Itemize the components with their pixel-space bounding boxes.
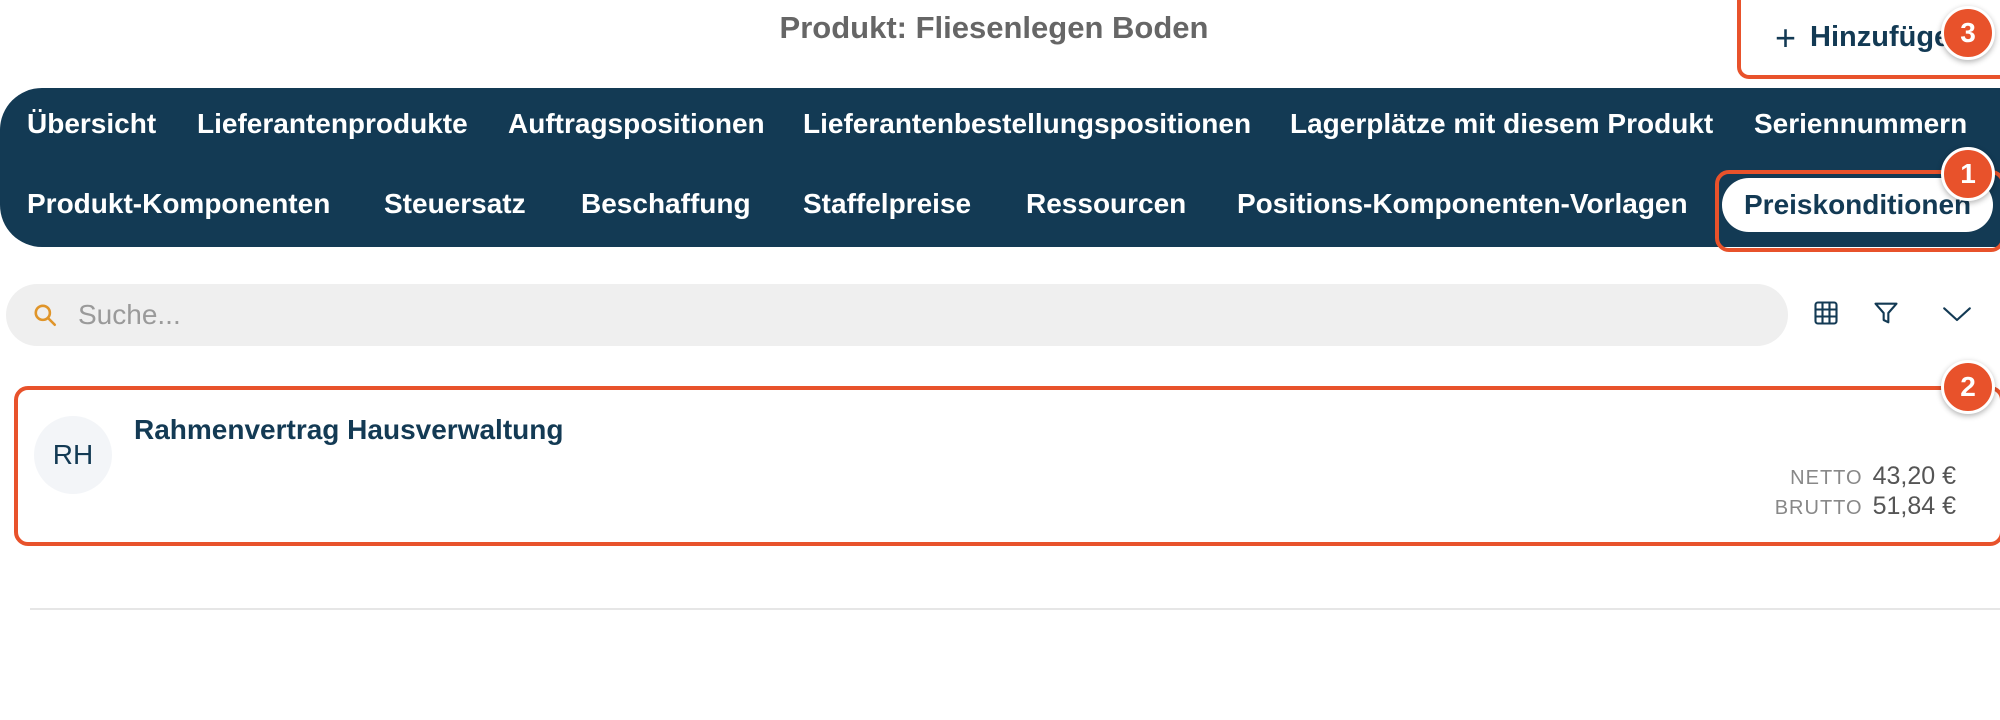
divider [30, 608, 2000, 610]
list-item-title: Rahmenvertrag Hausverwaltung [134, 414, 564, 445]
tab-lieferantenbestellungspositionen[interactable]: Lieferantenbestellungspositionen [803, 94, 1251, 154]
annotation-badge-1: 1 [1941, 147, 1995, 201]
filter-icon[interactable] [1872, 299, 1900, 327]
list-item[interactable]: RH Rahmenvertrag Hausverwaltung NETTO 43… [14, 386, 2000, 546]
tab-ressourcen[interactable]: Ressourcen [1026, 174, 1186, 234]
tab-uebersicht[interactable]: Übersicht [27, 94, 156, 154]
tab-seriennummern[interactable]: Seriennummern [1754, 94, 1967, 154]
tab-row-1: Übersicht Lieferantenprodukte Auftragspo… [0, 94, 2000, 154]
chevron-down-icon[interactable] [1940, 299, 1974, 327]
tab-lieferantenprodukte[interactable]: Lieferantenprodukte [197, 94, 468, 154]
annotation-badge-3: 3 [1941, 6, 1995, 60]
brutto-price: BRUTTO 51,84 € [1775, 492, 1956, 521]
netto-label: NETTO [1790, 467, 1863, 489]
search-bar [6, 284, 1788, 346]
avatar: RH [34, 416, 112, 494]
tab-lagerplaetze[interactable]: Lagerplätze mit diesem Produkt [1290, 94, 1713, 154]
tab-staffelpreise[interactable]: Staffelpreise [803, 174, 971, 234]
netto-value: 43,20 € [1872, 462, 1956, 490]
tab-produkt-komponenten[interactable]: Produkt-Komponenten [27, 174, 330, 234]
tab-row-2: Produkt-Komponenten Steuersatz Beschaffu… [0, 174, 2000, 234]
brutto-value: 51,84 € [1872, 492, 1956, 520]
tab-beschaffung[interactable]: Beschaffung [581, 174, 751, 234]
plus-icon: + [1775, 16, 1797, 58]
page-title: Produkt: Fliesenlegen Boden [779, 10, 1209, 45]
table-icon[interactable] [1812, 299, 1840, 327]
netto-price: NETTO 43,20 € [1790, 462, 1956, 491]
search-input[interactable] [76, 298, 1680, 332]
add-button-label: Hinzufüge [1810, 21, 1951, 53]
brutto-label: BRUTTO [1774, 497, 1863, 519]
tab-positions-komponenten-vorlagen[interactable]: Positions-Komponenten-Vorlagen [1237, 174, 1688, 234]
annotation-badge-2: 2 [1941, 360, 1995, 414]
tab-steuersatz[interactable]: Steuersatz [384, 174, 526, 234]
search-icon [34, 304, 57, 327]
tab-navigation: Übersicht Lieferantenprodukte Auftragspo… [0, 88, 2000, 247]
tab-auftragspositionen[interactable]: Auftragspositionen [508, 94, 765, 154]
